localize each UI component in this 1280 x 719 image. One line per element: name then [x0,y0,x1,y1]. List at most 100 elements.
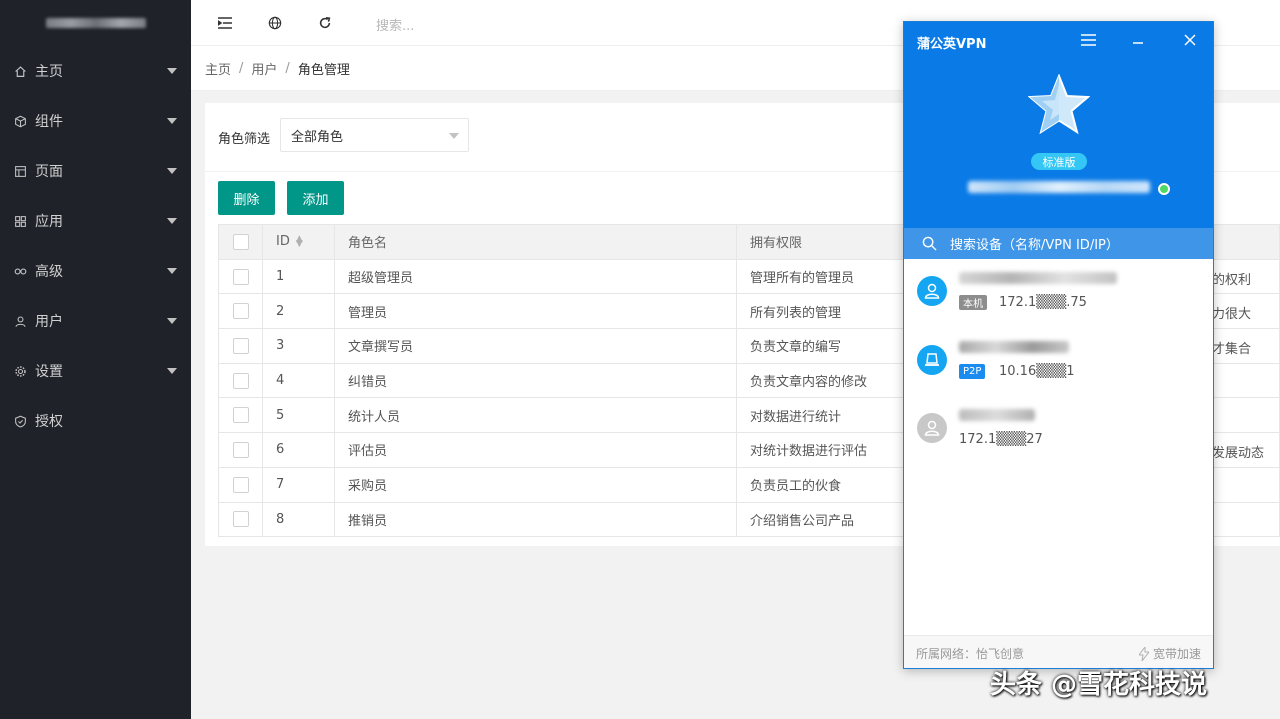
sidebar-item-components[interactable]: 组件 [0,96,191,146]
chevron-down-icon [449,133,459,139]
device-search-input[interactable]: 搜索设备（名称/VPN ID/IP） [904,228,1213,259]
column-name: 角色名 [334,224,737,260]
device-name-blurred [959,341,1069,353]
row-checkbox[interactable] [232,303,249,320]
network-name: 所属网络：怡飞创意 [916,647,1025,661]
chevron-down-icon [167,368,177,374]
breadcrumb-home[interactable]: 主页 [205,59,231,78]
device-item-offline[interactable]: 172.1▒▒▒27 [904,404,1213,470]
chevron-down-icon [167,318,177,324]
sidebar-item-label: 页面 [35,164,63,180]
vpn-app-title: 蒲公英VPN [917,37,987,52]
row-checkbox[interactable] [232,337,249,354]
search-icon [922,236,937,251]
cell-permission-text: 介绍销售公司产品 [750,513,855,529]
cell-id: 5 [262,397,335,434]
close-icon[interactable] [1182,32,1198,48]
sidebar-item-advanced[interactable]: 高级 [0,246,191,296]
device-ip: 172.1▒▒▒27 [959,432,1043,447]
device-name-blurred [959,409,1035,421]
cell-id: 2 [262,293,335,330]
row-checkbox[interactable] [232,268,249,285]
vpn-window: 蒲公英VPN 标准版 搜索设备（名称/VPN ID/IP） 本机 172.1▒▒… [903,21,1214,669]
bandwidth-boost-label: 宽带加速 [1152,647,1201,661]
select-all-checkbox[interactable] [232,233,249,250]
menu-collapse-icon[interactable] [217,15,233,31]
refresh-icon[interactable] [317,15,333,31]
add-button[interactable]: 添加 [287,181,344,215]
app-logo[interactable] [0,0,191,46]
row-select-cell [218,501,263,538]
delete-button[interactable]: 删除 [218,181,275,215]
sidebar-item-label: 主页 [35,64,63,80]
chevron-down-icon [167,68,177,74]
role-filter-value: 全部角色 [291,129,344,145]
row-select-cell [218,466,263,503]
logo-text-blurred [45,18,146,28]
row-checkbox[interactable] [232,372,249,389]
cell-permission-text: 对数据进行统计 [750,409,842,425]
chevron-down-icon [167,168,177,174]
template-icon [13,164,27,178]
row-checkbox[interactable] [232,511,249,528]
row-select-cell [218,293,263,330]
vpn-account-id-blurred [968,181,1150,193]
sidebar-item-label: 应用 [35,214,63,230]
cell-role-name: 统计人员 [334,397,737,434]
column-id[interactable]: ID ▲ ▼ [262,224,335,260]
minimize-icon[interactable] [1130,32,1146,48]
chevron-down-icon [167,218,177,224]
vpn-header-panel: 蒲公英VPN 标准版 [904,22,1213,228]
cell-role-name: 纠错员 [334,362,737,399]
chevron-down-icon [167,268,177,274]
cube-icon [13,114,27,128]
senior-icon [13,264,27,278]
cell-role-name: 文章撰写员 [334,328,737,364]
sidebar-item-home[interactable]: 主页 [0,46,191,96]
role-filter-label: 角色筛选 [218,132,271,147]
home-icon [13,64,27,78]
globe-icon[interactable] [267,15,283,31]
sidebar-item-auth[interactable]: 授权 [0,396,191,446]
role-filter-select[interactable]: 全部角色 [280,118,469,152]
sidebar-item-pages[interactable]: 页面 [0,146,191,196]
device-item-p2p[interactable]: P2P 10.16▒▒▒1 [904,336,1213,402]
breadcrumb-current: 角色管理 [297,62,350,78]
sidebar-item-label: 高级 [35,264,63,280]
cell-role-name: 管理员 [334,293,737,330]
sidebar-item-label: 组件 [35,114,63,130]
watermark: 头条 @雪花科技说 [990,670,1208,700]
cell-permission-text: 对统计数据进行评估 [750,444,868,460]
sidebar: 主页 组件 页面 应用 高级 用户 设置 授权 [0,0,191,719]
cell-permission-text: 负责员工的伙食 [750,479,842,495]
sidebar-item-users[interactable]: 用户 [0,296,191,346]
sort-icon[interactable]: ▲ ▼ [296,234,303,248]
device-item-local[interactable]: 本机 172.1▒▒▒.75 [904,267,1213,333]
cell-id: 3 [262,328,335,364]
cell-permission-text: 负责文章内容的修改 [750,375,868,391]
select-all-cell [218,224,263,260]
user-avatar-icon [917,276,947,306]
row-checkbox[interactable] [232,407,249,424]
chevron-down-icon [167,118,177,124]
hamburger-menu-icon[interactable] [1080,32,1096,48]
breadcrumb-users[interactable]: 用户 [251,59,277,78]
cell-permission-text: 负责文章的编写 [750,340,842,356]
device-ip: 10.16▒▒▒1 [999,364,1075,379]
user-avatar-icon [917,413,947,443]
device-name-blurred [959,272,1117,284]
sidebar-item-label: 设置 [35,364,63,380]
bandwidth-boost-button[interactable]: 宽带加速 [1138,645,1201,662]
cell-id: 4 [262,362,335,399]
row-checkbox[interactable] [232,441,249,458]
device-tag: 本机 [959,295,987,310]
row-checkbox[interactable] [232,476,249,493]
header-search-input[interactable]: 搜索... [376,15,414,34]
lightning-icon [1138,646,1149,661]
sidebar-item-apps[interactable]: 应用 [0,196,191,246]
sidebar-item-settings[interactable]: 设置 [0,346,191,396]
row-select-cell [218,362,263,399]
column-id-label: ID [276,234,290,250]
cell-permission-text: 所有列表的管理 [750,305,842,321]
user-icon [13,314,27,328]
